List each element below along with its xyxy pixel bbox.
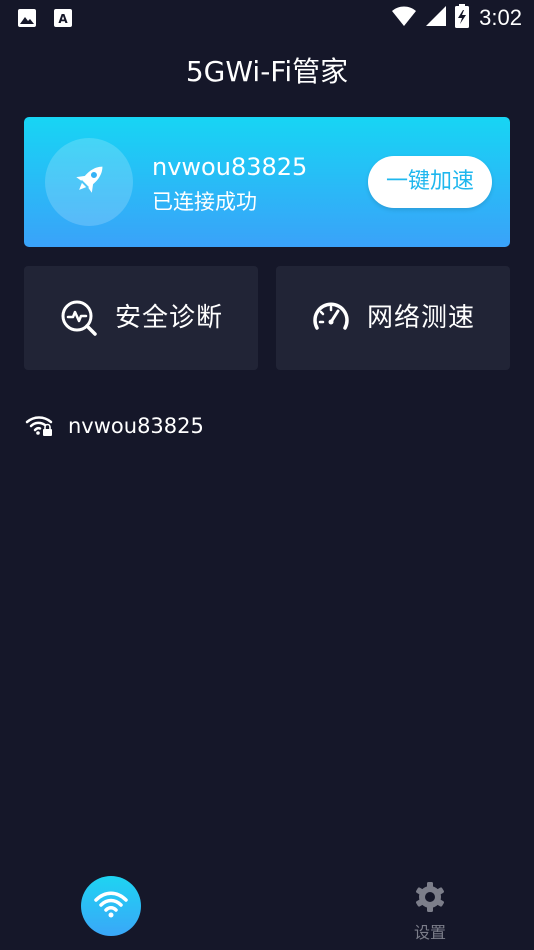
- font-icon: A: [53, 8, 73, 32]
- wifi-ssid-label: nvwou83825: [68, 414, 204, 438]
- status-time: 3:02: [479, 5, 522, 30]
- wifi-signal-icon: [391, 5, 417, 31]
- wifi-list-item[interactable]: nvwou83825: [24, 404, 510, 448]
- connection-status: 已连接成功: [152, 190, 257, 214]
- speed-test-tile[interactable]: 网络测速: [276, 266, 510, 370]
- nav-settings-label: 设置: [413, 923, 446, 942]
- gear-icon: [413, 880, 447, 918]
- tile-label-security-diagnosis: 安全诊断: [114, 303, 223, 333]
- nav-wifi-button[interactable]: [81, 876, 141, 936]
- connection-card: nvwou83825 已连接成功 一键加速: [24, 117, 510, 247]
- nav-settings-button[interactable]: 设置: [398, 880, 462, 942]
- battery-charging-icon: [455, 4, 470, 32]
- page-title: 5GWi-Fi管家: [185, 55, 349, 88]
- cell-signal-icon: [425, 5, 447, 31]
- rocket-icon-container: [45, 138, 133, 226]
- status-bar: A 3:02: [0, 0, 534, 38]
- connected-ssid: nvwou83825: [152, 153, 308, 181]
- wifi-icon: [93, 889, 129, 923]
- tile-label-speed-test: 网络测速: [366, 303, 475, 333]
- speedometer-icon: [311, 298, 351, 338]
- svg-text:A: A: [58, 12, 68, 26]
- image-icon: [17, 8, 37, 32]
- rocket-icon: [67, 158, 111, 206]
- wifi-lock-icon: [24, 411, 54, 441]
- security-diagnosis-tile[interactable]: 安全诊断: [24, 266, 258, 370]
- one-click-boost-button[interactable]: 一键加速: [368, 156, 492, 208]
- app-screen: A 3:02 5GWi-Fi管家 nvwou83825 已连接成功 一键加速 安…: [0, 0, 534, 950]
- security-diagnosis-icon: [59, 298, 99, 338]
